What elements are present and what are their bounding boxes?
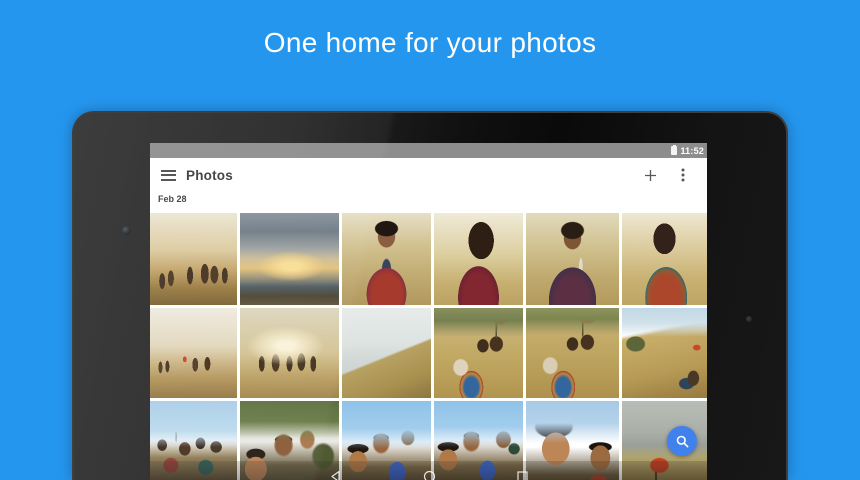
photo-grid-row xyxy=(150,308,707,398)
photo-thumbnail[interactable] xyxy=(150,213,237,305)
photo-thumbnail[interactable] xyxy=(342,308,431,398)
photo-thumbnail[interactable] xyxy=(526,308,619,398)
add-button[interactable] xyxy=(637,162,663,188)
hamburger-menu-icon[interactable] xyxy=(161,167,176,183)
recents-icon[interactable] xyxy=(516,470,529,480)
back-icon[interactable] xyxy=(329,470,342,480)
vertical-dots-icon xyxy=(681,168,685,182)
tablet-screen: 11:52 Photos Feb 28 xyxy=(150,143,707,480)
overflow-menu-button[interactable] xyxy=(670,162,696,188)
photo-grid-row xyxy=(150,213,707,305)
photo-grid xyxy=(150,213,707,480)
date-header: Feb 28 xyxy=(158,194,187,204)
front-camera-icon xyxy=(122,226,131,235)
status-time: 11:52 xyxy=(680,146,704,156)
photo-thumbnail[interactable] xyxy=(240,308,339,398)
photo-thumbnail[interactable] xyxy=(434,213,523,305)
photo-thumbnail[interactable] xyxy=(526,213,619,305)
photo-thumbnail[interactable] xyxy=(434,308,523,398)
app-bar-actions xyxy=(637,162,707,188)
search-fab[interactable] xyxy=(667,426,697,456)
battery-icon xyxy=(671,146,677,155)
search-icon xyxy=(675,434,690,449)
status-bar: 11:52 xyxy=(150,143,707,158)
navigation-bar xyxy=(150,461,707,480)
photo-thumbnail[interactable] xyxy=(622,308,707,398)
photo-thumbnail[interactable] xyxy=(342,213,431,305)
photo-thumbnail[interactable] xyxy=(240,213,339,305)
photo-thumbnail[interactable] xyxy=(622,213,707,305)
promo-screenshot: One home for your photos 11:52 Photos xyxy=(0,0,860,480)
tablet-device: 11:52 Photos Feb 28 xyxy=(72,111,788,480)
photo-thumbnail[interactable] xyxy=(150,308,237,398)
home-icon[interactable] xyxy=(423,470,436,480)
hero-title: One home for your photos xyxy=(0,24,860,62)
plus-icon xyxy=(644,169,657,182)
app-title: Photos xyxy=(186,168,233,183)
light-sensor-icon xyxy=(746,316,752,322)
app-bar: Photos xyxy=(150,158,707,192)
